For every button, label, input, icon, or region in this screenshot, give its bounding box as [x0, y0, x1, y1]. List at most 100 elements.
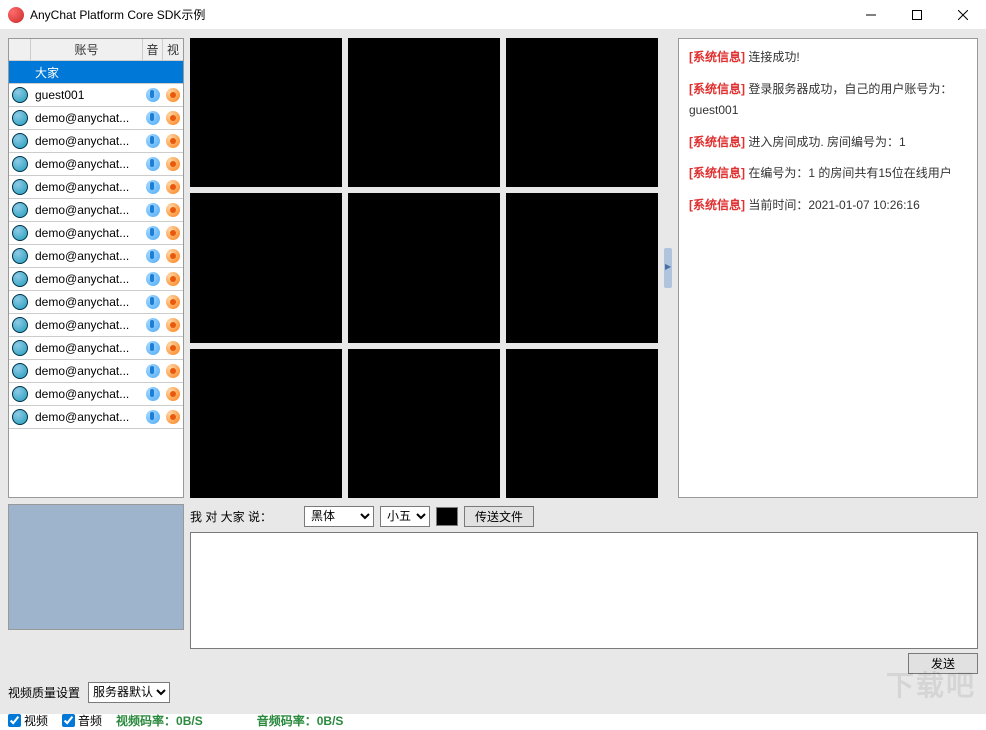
user-audio-icon[interactable]: [143, 61, 163, 84]
user-row[interactable]: demo@anychat...: [9, 130, 183, 153]
user-audio-icon[interactable]: [143, 130, 163, 153]
maximize-button[interactable]: [894, 0, 940, 30]
font-color-swatch[interactable]: [436, 507, 458, 526]
avatar-icon: [12, 409, 28, 425]
user-row[interactable]: demo@anychat...: [9, 268, 183, 291]
user-audio-icon[interactable]: [143, 245, 163, 268]
video-cell[interactable]: [506, 193, 658, 342]
user-name: demo@anychat...: [31, 410, 143, 424]
font-select[interactable]: 黑体: [304, 506, 374, 527]
user-name: demo@anychat...: [31, 157, 143, 171]
user-video-icon[interactable]: [163, 360, 183, 383]
user-video-icon[interactable]: [163, 314, 183, 337]
video-cell[interactable]: [348, 38, 500, 187]
audio-checkbox-input[interactable]: [62, 714, 75, 727]
user-audio-icon[interactable]: [143, 383, 163, 406]
video-cell[interactable]: [506, 38, 658, 187]
user-name: demo@anychat...: [31, 249, 143, 263]
user-video-icon[interactable]: [163, 222, 183, 245]
user-row[interactable]: guest001: [9, 84, 183, 107]
video-checkbox[interactable]: 视频: [8, 712, 48, 729]
user-audio-icon[interactable]: [143, 337, 163, 360]
avatar-icon: [12, 271, 28, 287]
font-size-select[interactable]: 小五: [380, 506, 430, 527]
splitter-handle[interactable]: [664, 248, 672, 288]
video-quality-row: 视频质量设置 服务器默认: [8, 680, 978, 704]
user-row[interactable]: demo@anychat...: [9, 360, 183, 383]
camera-icon: [166, 111, 180, 125]
user-audio-icon[interactable]: [143, 199, 163, 222]
video-cell[interactable]: [348, 193, 500, 342]
user-row[interactable]: demo@anychat...: [9, 291, 183, 314]
audio-checkbox[interactable]: 音频: [62, 712, 102, 729]
avatar-icon: [12, 340, 28, 356]
user-row[interactable]: demo@anychat...: [9, 107, 183, 130]
user-video-icon[interactable]: [163, 61, 183, 84]
user-video-icon[interactable]: [163, 268, 183, 291]
close-button[interactable]: [940, 0, 986, 30]
avatar-icon: [12, 110, 28, 126]
video-cell[interactable]: [506, 349, 658, 498]
user-audio-icon[interactable]: [143, 222, 163, 245]
user-video-icon[interactable]: [163, 199, 183, 222]
user-video-icon[interactable]: [163, 337, 183, 360]
user-row[interactable]: demo@anychat...: [9, 199, 183, 222]
user-name: demo@anychat...: [31, 341, 143, 355]
user-video-icon[interactable]: [163, 291, 183, 314]
user-video-icon[interactable]: [163, 406, 183, 429]
user-audio-icon[interactable]: [143, 268, 163, 291]
user-row[interactable]: demo@anychat...: [9, 222, 183, 245]
microphone-icon: [146, 134, 160, 148]
video-cell[interactable]: [190, 349, 342, 498]
user-audio-icon[interactable]: [143, 84, 163, 107]
send-file-button[interactable]: 传送文件: [464, 506, 534, 527]
user-name: demo@anychat...: [31, 272, 143, 286]
camera-icon: [166, 364, 180, 378]
video-cell[interactable]: [190, 193, 342, 342]
status-row: 视频 音频 视频码率：0B/S 音频码率：0B/S: [8, 710, 978, 730]
user-audio-icon[interactable]: [143, 314, 163, 337]
user-row[interactable]: demo@anychat...: [9, 314, 183, 337]
user-video-icon[interactable]: [163, 245, 183, 268]
header-name-col[interactable]: 账号: [31, 39, 143, 60]
microphone-icon: [146, 226, 160, 240]
user-row[interactable]: 大家: [9, 61, 183, 84]
user-video-icon[interactable]: [163, 153, 183, 176]
user-row[interactable]: demo@anychat...: [9, 176, 183, 199]
chat-toolbar: 我 对 大家 说： 黑体 小五 传送文件: [190, 504, 978, 528]
header-video-col[interactable]: 视: [163, 39, 183, 60]
user-row[interactable]: demo@anychat...: [9, 153, 183, 176]
user-audio-icon[interactable]: [143, 406, 163, 429]
avatar-icon: [12, 179, 28, 195]
user-audio-icon[interactable]: [143, 153, 163, 176]
user-audio-icon[interactable]: [143, 176, 163, 199]
user-video-icon[interactable]: [163, 107, 183, 130]
send-button[interactable]: 发送: [908, 653, 978, 674]
avatar-icon: [12, 248, 28, 264]
user-row[interactable]: demo@anychat...: [9, 406, 183, 429]
user-name: demo@anychat...: [31, 203, 143, 217]
user-audio-icon[interactable]: [143, 107, 163, 130]
user-list-header: 账号 音 视: [9, 39, 183, 61]
user-video-icon[interactable]: [163, 84, 183, 107]
user-row[interactable]: demo@anychat...: [9, 383, 183, 406]
user-video-icon[interactable]: [163, 130, 183, 153]
avatar-icon: [12, 133, 28, 149]
video-grid: [190, 38, 658, 498]
chat-input[interactable]: [190, 532, 978, 649]
user-video-icon[interactable]: [163, 176, 183, 199]
video-quality-select[interactable]: 服务器默认: [88, 682, 170, 703]
user-row[interactable]: demo@anychat...: [9, 245, 183, 268]
minimize-button[interactable]: [848, 0, 894, 30]
user-video-icon[interactable]: [163, 383, 183, 406]
user-audio-icon[interactable]: [143, 291, 163, 314]
video-cell[interactable]: [348, 349, 500, 498]
video-cell[interactable]: [190, 38, 342, 187]
header-audio-col[interactable]: 音: [143, 39, 163, 60]
user-avatar: [9, 107, 31, 130]
self-video-preview[interactable]: [8, 504, 184, 630]
user-row[interactable]: demo@anychat...: [9, 337, 183, 360]
video-checkbox-input[interactable]: [8, 714, 21, 727]
user-audio-icon[interactable]: [143, 360, 163, 383]
microphone-icon: [146, 111, 160, 125]
